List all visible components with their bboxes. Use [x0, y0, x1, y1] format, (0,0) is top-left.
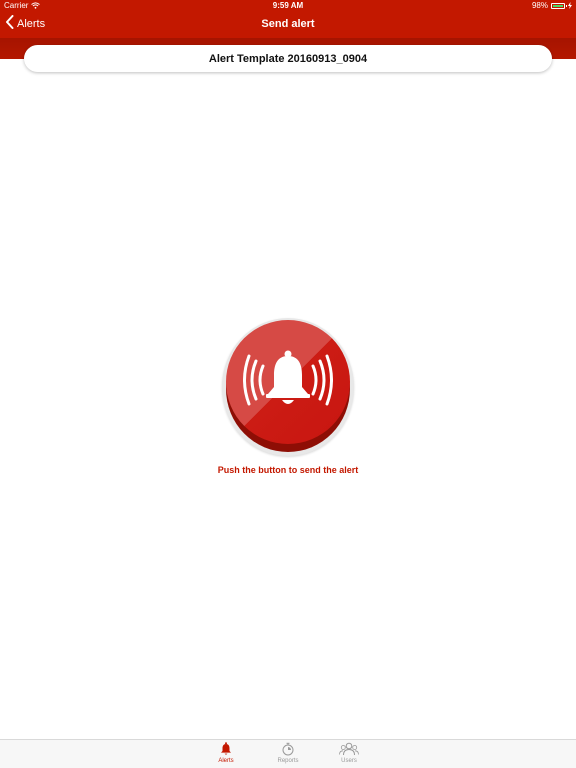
tab-alerts[interactable]: Alerts — [201, 742, 251, 764]
template-name: Alert Template 20160913_0904 — [208, 52, 368, 65]
battery-fill — [553, 4, 563, 7]
users-icon — [324, 742, 374, 756]
navigation-bar: Alerts Send alert — [0, 12, 576, 38]
bell-icon — [201, 742, 251, 756]
charge-icon — [568, 2, 572, 9]
page-title: Send alert — [261, 18, 315, 30]
battery-icon — [551, 2, 567, 9]
status-bar: Carrier 9:59 AM 98% — [0, 0, 576, 12]
send-alert-button[interactable] — [226, 320, 350, 444]
stopwatch-icon — [263, 742, 313, 756]
tab-label: Alerts — [218, 758, 234, 764]
alert-instruction: Push the button to send the alert — [217, 465, 359, 475]
tab-label: Reports — [277, 758, 299, 764]
template-selector[interactable]: Alert Template 20160913_0904 — [24, 45, 552, 72]
status-time: 9:59 AM — [272, 1, 304, 10]
tab-bar: Alerts Reports Users — [0, 739, 576, 768]
send-alert-button-container — [222, 318, 354, 458]
tab-users[interactable]: Users — [324, 742, 374, 764]
bell-ringing-icon — [243, 348, 333, 417]
tab-label: Users — [341, 758, 357, 764]
tab-reports[interactable]: Reports — [263, 742, 313, 764]
status-right: 98% — [532, 1, 572, 10]
battery-percent: 98% — [531, 1, 548, 10]
